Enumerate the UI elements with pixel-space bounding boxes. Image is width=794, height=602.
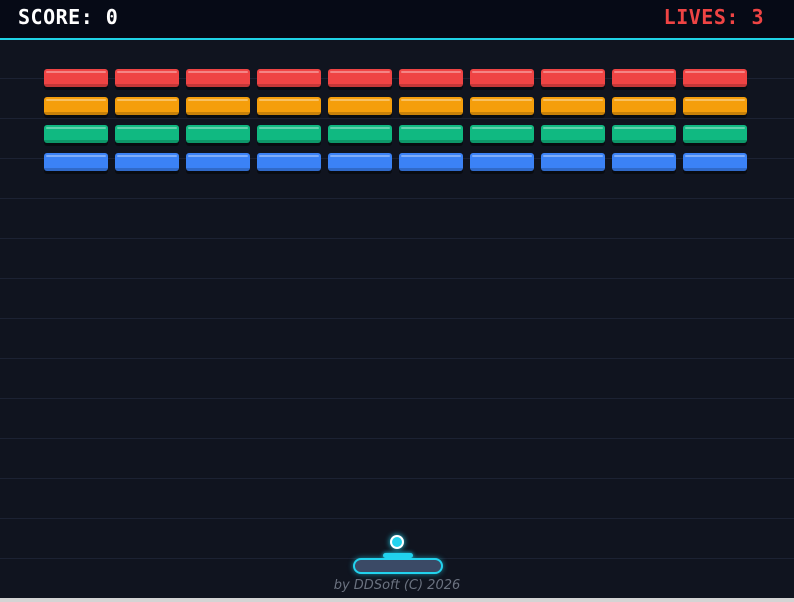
brick — [115, 97, 179, 115]
grid-line — [0, 238, 794, 239]
grid-line — [0, 278, 794, 279]
score-display: SCORE: 0 — [18, 5, 119, 29]
brick — [257, 125, 321, 143]
brick — [44, 125, 108, 143]
brick — [328, 69, 392, 87]
brick — [541, 153, 605, 171]
brick — [44, 153, 108, 171]
grid-line — [0, 318, 794, 319]
brick — [612, 69, 676, 87]
brick — [44, 69, 108, 87]
brick — [399, 125, 463, 143]
brick — [683, 97, 747, 115]
brick — [328, 97, 392, 115]
brick — [257, 153, 321, 171]
brick — [186, 153, 250, 171]
brick — [328, 153, 392, 171]
brick — [683, 69, 747, 87]
brick — [541, 125, 605, 143]
brick — [115, 125, 179, 143]
game-playfield[interactable] — [0, 40, 794, 598]
brick — [541, 97, 605, 115]
brick — [115, 153, 179, 171]
brick — [470, 69, 534, 87]
brick — [399, 153, 463, 171]
paddle[interactable] — [353, 558, 443, 574]
grid-line — [0, 118, 794, 119]
brick — [612, 153, 676, 171]
brick — [399, 69, 463, 87]
brick — [470, 153, 534, 171]
ball — [390, 535, 404, 549]
grid-line — [0, 478, 794, 479]
brick — [541, 69, 605, 87]
brick — [257, 97, 321, 115]
brick — [186, 69, 250, 87]
brick — [399, 97, 463, 115]
brick — [612, 97, 676, 115]
hud-bar: SCORE: 0 LIVES: 3 — [0, 0, 794, 40]
brick — [612, 125, 676, 143]
grid-line — [0, 518, 794, 519]
window-bottom-edge — [0, 598, 794, 602]
grid-line — [0, 358, 794, 359]
grid-line — [0, 438, 794, 439]
brick — [328, 125, 392, 143]
brick — [470, 97, 534, 115]
credits-text: by DDSoft (C) 2026 — [333, 578, 461, 593]
grid-line — [0, 198, 794, 199]
brick — [186, 125, 250, 143]
brick — [470, 125, 534, 143]
lives-display: LIVES: 3 — [663, 5, 764, 29]
brick — [257, 69, 321, 87]
brick — [186, 97, 250, 115]
brick — [683, 125, 747, 143]
grid-line — [0, 398, 794, 399]
brick — [44, 97, 108, 115]
brick — [115, 69, 179, 87]
brick — [683, 153, 747, 171]
